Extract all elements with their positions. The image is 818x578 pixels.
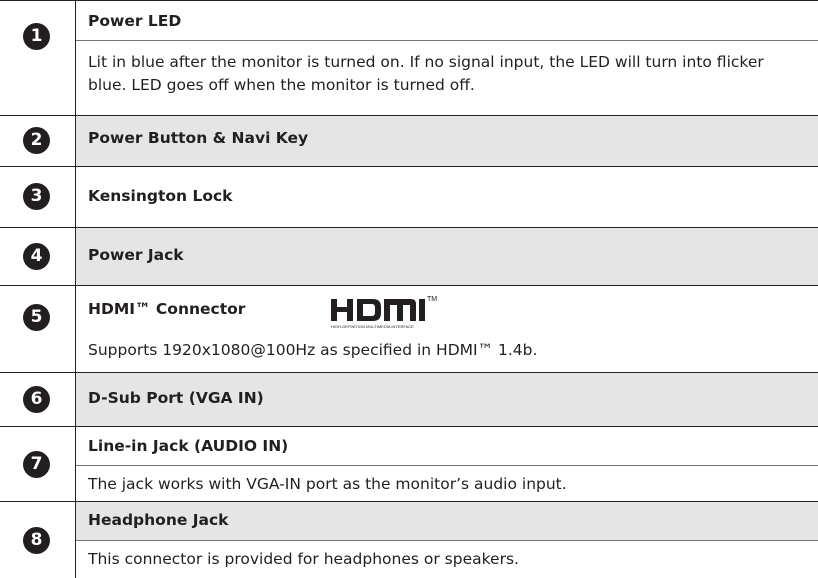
table-row: 4 Power Jack <box>0 227 818 285</box>
number-cell: 8 <box>0 502 74 578</box>
trademark-mark: TM <box>427 296 437 303</box>
item-title: Kensington Lock <box>88 187 233 205</box>
item-title: Power LED <box>88 12 182 30</box>
table-row: 6 D-Sub Port (VGA IN) <box>0 372 818 426</box>
hdmi-tagline: HIGH-DEFINITION MULTIMEDIA INTERFACE <box>331 324 414 329</box>
number-badge: 6 <box>23 386 50 413</box>
number-badge: 1 <box>23 23 50 50</box>
content-cell: Power Button & Navi Key <box>75 116 818 166</box>
number-badge: 5 <box>23 304 50 331</box>
number-badge: 8 <box>23 527 50 554</box>
table-row: 5 HDMI™ Connector TM HIGH-DEFINITION MUL… <box>0 285 818 372</box>
item-description: Supports 1920x1080@100Hz as specified in… <box>88 341 538 359</box>
number-badge: 3 <box>23 183 50 210</box>
item-title: HDMI™ Connector <box>88 300 246 318</box>
number-cell: 6 <box>0 373 74 426</box>
table-row: 3 Kensington Lock <box>0 166 818 227</box>
number-badge: 2 <box>23 127 50 154</box>
row-divider <box>76 465 818 466</box>
connector-table: 1 Power LED Lit in blue after the monito… <box>0 0 818 578</box>
hdmi-logo: TM HIGH-DEFINITION MULTIMEDIA INTERFACE <box>331 296 437 329</box>
content-cell: Line-in Jack (AUDIO IN) The jack works w… <box>75 427 818 501</box>
item-title: Power Button & Navi Key <box>88 129 309 147</box>
table-row: 7 Line-in Jack (AUDIO IN) The jack works… <box>0 426 818 501</box>
table-row: 8 Headphone Jack This connector is provi… <box>0 501 818 578</box>
item-title: Headphone Jack <box>88 511 229 529</box>
number-cell: 7 <box>0 427 74 501</box>
item-title: Line-in Jack (AUDIO IN) <box>88 437 289 455</box>
content-cell: Power LED Lit in blue after the monitor … <box>75 1 818 115</box>
content-cell: Kensington Lock <box>75 167 818 227</box>
number-cell: 4 <box>0 228 74 285</box>
row-divider <box>76 540 818 541</box>
content-cell: HDMI™ Connector TM HIGH-DEFINITION MULTI… <box>75 286 818 372</box>
number-badge: 7 <box>23 451 50 478</box>
number-cell: 5 <box>0 286 74 372</box>
content-cell: Headphone Jack This connector is provide… <box>75 502 818 578</box>
content-cell: D-Sub Port (VGA IN) <box>75 373 818 426</box>
table-row: 1 Power LED Lit in blue after the monito… <box>0 0 818 115</box>
content-cell: Power Jack <box>75 228 818 285</box>
item-description: This connector is provided for headphone… <box>88 550 519 568</box>
table-row: 2 Power Button & Navi Key <box>0 115 818 166</box>
number-cell: 2 <box>0 116 74 166</box>
item-description: The jack works with VGA-IN port as the m… <box>88 475 567 493</box>
number-cell: 3 <box>0 167 74 227</box>
item-title: D-Sub Port (VGA IN) <box>88 389 264 407</box>
number-badge: 4 <box>23 243 50 270</box>
row-divider <box>76 40 818 41</box>
item-title: Power Jack <box>88 246 184 264</box>
number-cell: 1 <box>0 1 74 115</box>
item-description: Lit in blue after the monitor is turned … <box>88 53 764 94</box>
